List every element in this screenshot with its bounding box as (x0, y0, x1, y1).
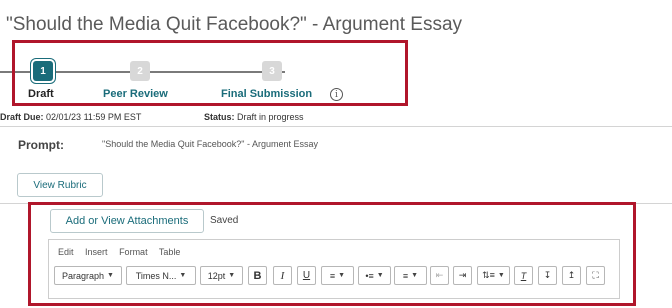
page-title: "Should the Media Quit Facebook?" - Argu… (6, 14, 463, 35)
draft-due-value: 02/01/23 11:59 PM EST (46, 112, 142, 122)
highlight-box-editor (28, 202, 636, 306)
status-label: Status: (204, 112, 235, 122)
status-value: Draft in progress (237, 112, 304, 122)
divider (0, 126, 672, 127)
prompt-label: Prompt: (18, 138, 64, 152)
highlight-box-stepper (12, 40, 408, 106)
prompt-text: "Should the Media Quit Facebook?" - Argu… (102, 139, 319, 149)
draft-due-label: Draft Due: (0, 112, 44, 122)
draft-status: Status: Draft in progress (204, 112, 304, 122)
draft-due: Draft Due: 02/01/23 11:59 PM EST (0, 112, 141, 122)
view-rubric-button[interactable]: View Rubric (17, 173, 103, 197)
